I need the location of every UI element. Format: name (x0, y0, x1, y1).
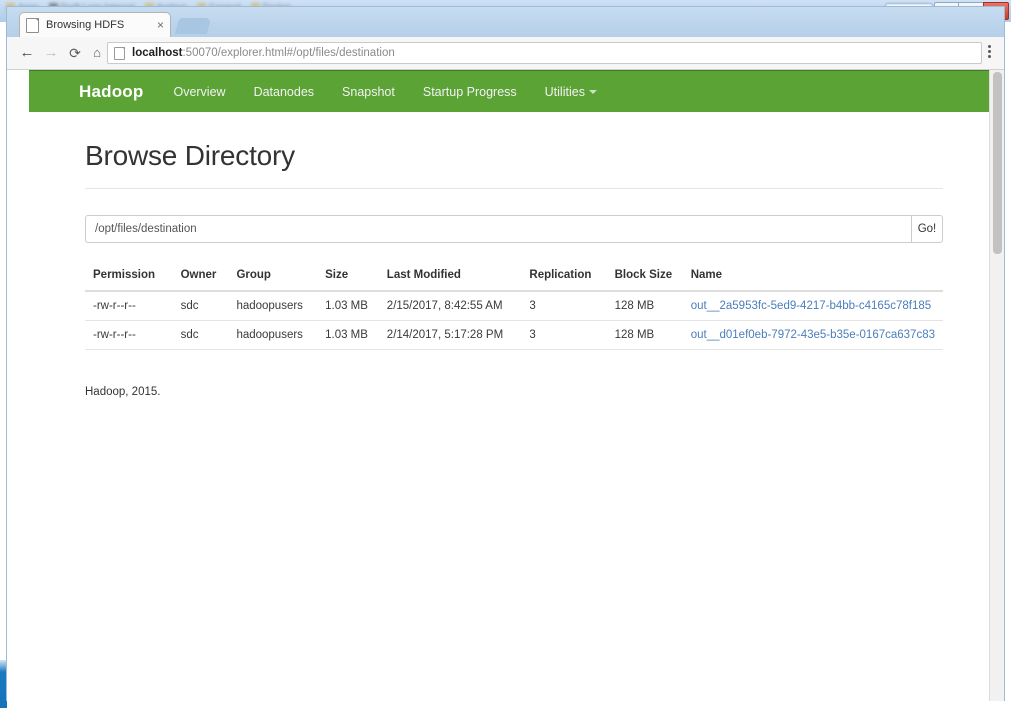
url-host: localhost (132, 47, 182, 59)
url-path: :50070/explorer.html#/opt/files/destinat… (182, 47, 394, 59)
page-info-icon[interactable] (114, 47, 125, 60)
browser-window: Browsing HDFS × ← → ⟳ ⌂ localhost:50070/… (6, 6, 1005, 701)
hadoop-brand[interactable]: Hadoop (79, 82, 143, 102)
cell-name: out__d01ef0eb-7972-43e5-b35e-0167ca637c8… (683, 321, 943, 350)
cell-last-modified: 2/15/2017, 8:42:55 AM (379, 291, 522, 321)
chevron-down-icon (589, 90, 597, 94)
cell-replication: 3 (521, 321, 606, 350)
browser-toolbar: ← → ⟳ ⌂ localhost:50070/explorer.html#/o… (7, 37, 1004, 70)
column-header-permission: Permission (85, 269, 173, 291)
file-link[interactable]: out__2a5953fc-5ed9-4217-b4bb-c4165c78f18… (691, 300, 931, 312)
new-tab-button[interactable] (175, 18, 212, 34)
cell-permission: -rw-r--r-- (85, 291, 173, 321)
cell-size: 1.03 MB (317, 291, 379, 321)
column-header-block-size: Block Size (607, 269, 683, 291)
scrollbar-thumb[interactable] (993, 72, 1002, 254)
table-body: -rw-r--r-- sdc hadoopusers 1.03 MB 2/15/… (85, 291, 943, 350)
nav-item-datanodes[interactable]: Datanodes (254, 85, 314, 99)
nav-item-utilities[interactable]: Utilities (545, 85, 597, 99)
nav-item-overview[interactable]: Overview (173, 85, 225, 99)
title-divider (85, 188, 943, 189)
table-row: -rw-r--r-- sdc hadoopusers 1.03 MB 2/15/… (85, 291, 943, 321)
directory-path-input[interactable] (85, 215, 911, 243)
cell-size: 1.03 MB (317, 321, 379, 350)
page-icon (26, 18, 39, 33)
page-content: Browse Directory Go! Permission Owner Gr… (85, 140, 943, 398)
hadoop-navbar: Hadoop Overview Datanodes Snapshot Start… (29, 70, 1004, 112)
nav-item-snapshot[interactable]: Snapshot (342, 85, 395, 99)
page-title: Browse Directory (85, 140, 943, 172)
column-header-owner: Owner (173, 269, 229, 291)
go-button[interactable]: Go! (911, 215, 943, 243)
column-header-last-modified: Last Modified (379, 269, 522, 291)
directory-listing-table: Permission Owner Group Size Last Modifie… (85, 269, 943, 350)
cell-group: hadoopusers (228, 321, 317, 350)
screen: Apps Draft Logs Internal Archive General… (0, 0, 1011, 708)
tab-browsing-hdfs[interactable]: Browsing HDFS × (19, 12, 171, 37)
column-header-group: Group (228, 269, 317, 291)
table-header-row: Permission Owner Group Size Last Modifie… (85, 269, 943, 291)
cell-owner: sdc (173, 321, 229, 350)
table-row: -rw-r--r-- sdc hadoopusers 1.03 MB 2/14/… (85, 321, 943, 350)
cell-block-size: 128 MB (607, 321, 683, 350)
column-header-replication: Replication (521, 269, 606, 291)
back-icon[interactable]: ← (17, 43, 37, 63)
cell-block-size: 128 MB (607, 291, 683, 321)
tab-title: Browsing HDFS (46, 19, 157, 31)
cell-group: hadoopusers (228, 291, 317, 321)
column-header-name: Name (683, 269, 943, 291)
table-head: Permission Owner Group Size Last Modifie… (85, 269, 943, 291)
tab-strip: Browsing HDFS × (7, 7, 1004, 37)
chrome-menu-icon[interactable] (982, 45, 996, 60)
url-text: localhost:50070/explorer.html#/opt/files… (132, 47, 395, 59)
page-footer: Hadoop, 2015. (85, 386, 943, 398)
cell-name: out__2a5953fc-5ed9-4217-b4bb-c4165c78f18… (683, 291, 943, 321)
tab-close-icon[interactable]: × (157, 20, 164, 30)
home-icon[interactable]: ⌂ (87, 43, 107, 63)
address-bar[interactable]: localhost:50070/explorer.html#/opt/files… (107, 42, 982, 64)
page-scrollbar[interactable] (989, 70, 1004, 701)
path-search-group: Go! (85, 215, 943, 243)
reload-icon[interactable]: ⟳ (65, 43, 85, 63)
nav-item-utilities-label: Utilities (545, 85, 585, 99)
cell-last-modified: 2/14/2017, 5:17:28 PM (379, 321, 522, 350)
forward-icon[interactable]: → (41, 43, 61, 63)
cell-owner: sdc (173, 291, 229, 321)
column-header-size: Size (317, 269, 379, 291)
cell-permission: -rw-r--r-- (85, 321, 173, 350)
nav-item-startup-progress[interactable]: Startup Progress (423, 85, 517, 99)
page-viewport: Hadoop Overview Datanodes Snapshot Start… (7, 70, 1004, 701)
cell-replication: 3 (521, 291, 606, 321)
file-link[interactable]: out__d01ef0eb-7972-43e5-b35e-0167ca637c8… (691, 329, 935, 341)
